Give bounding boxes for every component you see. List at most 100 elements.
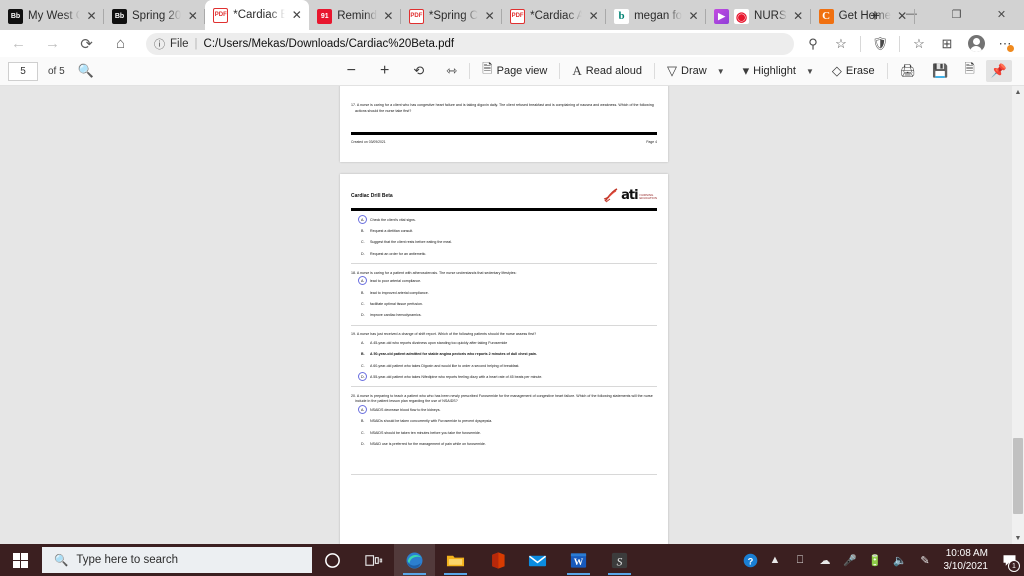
print-icon[interactable]: 🖨: [895, 60, 922, 82]
browser-tab[interactable]: Bb My West C ✕: [0, 2, 104, 30]
zoom-out-button[interactable]: −: [342, 60, 361, 82]
option-letter: C.: [361, 301, 365, 306]
close-icon[interactable]: ✕: [483, 10, 496, 23]
file-explorer-icon[interactable]: [435, 544, 476, 576]
browser-tab[interactable]: C Get Home ✕: [811, 2, 915, 30]
maximize-button[interactable]: ❐: [934, 0, 979, 28]
close-icon[interactable]: ✕: [290, 9, 303, 22]
browser-tab[interactable]: Bb Spring 20 ✕: [104, 2, 206, 30]
forward-icon[interactable]: →: [37, 32, 68, 56]
browser-tab[interactable]: 91 Remind ✕: [309, 2, 401, 30]
question-divider: [351, 324, 657, 326]
onedrive-icon[interactable]: ☁: [813, 544, 838, 576]
clock-date: 3/10/2021: [943, 561, 989, 572]
tracking-prevention-icon[interactable]: 🛡: [867, 33, 893, 55]
pdf-page-current: Cardiac Drill Beta ati NURSING EDUCATION…: [340, 174, 668, 544]
back-icon[interactable]: ←: [3, 32, 34, 56]
notification-center-button[interactable]: 1: [996, 544, 1022, 576]
pdf-viewport[interactable]: 17. A nurse is caring for a client who h…: [0, 86, 1024, 544]
option-text: NSAID use is preferred for the managemen…: [370, 442, 486, 447]
search-icon[interactable]: 🔍: [73, 60, 99, 82]
scroll-up-arrow[interactable]: ▲: [1012, 86, 1024, 98]
highlight-button[interactable]: ▾ Highlight: [738, 60, 801, 82]
collections-icon[interactable]: ⊞: [934, 33, 960, 55]
cortana-icon[interactable]: [312, 544, 353, 576]
favorites-icon[interactable]: ☆: [906, 33, 932, 55]
option-list: A. A 45-year-old who reports dizziness up…: [351, 341, 657, 381]
close-icon[interactable]: ✕: [687, 10, 700, 23]
highlight-icon: ▾: [742, 63, 750, 78]
taskbar-search-input[interactable]: 🔍 Type here to search: [42, 547, 312, 573]
edge-icon[interactable]: [394, 544, 435, 576]
save-as-icon[interactable]: 🗎: [959, 60, 979, 82]
option-letter: D.: [361, 313, 365, 318]
vertical-scrollbar[interactable]: ▲ ▼: [1012, 86, 1024, 544]
close-icon[interactable]: ✕: [382, 10, 395, 23]
battery-icon[interactable]: 🔋: [863, 544, 888, 576]
scroll-down-arrow[interactable]: ▼: [1012, 532, 1024, 544]
page-number-input[interactable]: 5: [8, 61, 38, 81]
svg-text:W: W: [574, 557, 584, 567]
close-icon[interactable]: ✕: [186, 10, 199, 23]
task-view-icon[interactable]: [353, 544, 394, 576]
page-view-button[interactable]: 🗎 Page view: [477, 60, 552, 82]
answer-option: C. A 60-year-old patient who takes Digoxi…: [361, 364, 657, 369]
zoom-in-button[interactable]: +: [375, 60, 394, 82]
answer-option: D. improve cardiac hemodynamics.: [361, 313, 657, 318]
settings-more-icon[interactable]: ⋯: [992, 33, 1018, 55]
close-icon[interactable]: ✕: [587, 10, 600, 23]
read-aloud-button[interactable]: A Read aloud: [567, 60, 647, 82]
close-icon[interactable]: ✕: [792, 10, 805, 23]
rotate-icon[interactable]: ⟲: [408, 60, 429, 82]
add-favorite-icon[interactable]: ☆: [828, 33, 854, 55]
info-icon[interactable]: ⓘ: [154, 36, 165, 52]
zoom-out-icon[interactable]: ⚲: [800, 33, 826, 55]
scrollbar-thumb[interactable]: [1013, 438, 1023, 514]
display-icon[interactable]: ⎕: [788, 544, 813, 576]
record-icon: ◉: [734, 8, 750, 24]
document-header: Cardiac Drill Beta ati NURSING EDUCATION: [351, 174, 657, 203]
taskbar-clock[interactable]: 10:08 AM 3/10/2021: [938, 547, 997, 574]
option-list: A. lead to poor arterial compliance. B. lea…: [351, 276, 657, 319]
notification-badge: 1: [1008, 560, 1020, 572]
ati-swoosh-icon: [603, 188, 619, 203]
browser-tab[interactable]: b megan fo ✕: [606, 2, 707, 30]
browser-tab[interactable]: PDF *Cardiac B ✕: [205, 0, 310, 30]
url-input[interactable]: ⓘ File | C:/Users/Mekas/Downloads/Cardia…: [146, 32, 794, 55]
erase-button[interactable]: ◇ Erase: [827, 60, 880, 82]
option-text: Request an order for an antiemetic.: [370, 251, 427, 256]
word-icon[interactable]: W: [558, 544, 599, 576]
read-aloud-icon: A: [572, 63, 582, 78]
close-icon[interactable]: ✕: [896, 10, 909, 23]
refresh-icon[interactable]: ⟳: [71, 32, 102, 56]
pen-icon[interactable]: ✎: [913, 544, 938, 576]
pin-icon[interactable]: 📌: [985, 60, 1012, 82]
scrivener-icon[interactable]: S: [599, 544, 640, 576]
close-icon[interactable]: ✕: [85, 10, 98, 23]
draw-chevron-down-icon[interactable]: ▼: [712, 60, 730, 82]
question-divider: [351, 386, 657, 387]
browser-tab[interactable]: PDF *Cardiac A ✕: [502, 2, 607, 30]
save-icon[interactable]: 💾: [927, 60, 953, 82]
highlight-chevron-down-icon[interactable]: ▼: [801, 60, 819, 82]
start-button[interactable]: [0, 544, 40, 576]
office-icon[interactable]: [476, 544, 517, 576]
help-icon[interactable]: ?: [738, 544, 763, 576]
mail-icon[interactable]: [517, 544, 558, 576]
option-text: Check the client's vital signs.: [370, 217, 416, 222]
question-body: A nurse is preparing to teach a patient …: [355, 393, 653, 404]
microphone-icon[interactable]: 🎤: [838, 544, 863, 576]
divider: [860, 35, 861, 52]
draw-button[interactable]: ▽ Draw: [662, 60, 712, 82]
close-button[interactable]: ✕: [979, 0, 1024, 28]
browser-tab[interactable]: ▶ ◉ NURS ✕: [706, 2, 811, 30]
fit-to-width-icon[interactable]: ⇿: [441, 60, 462, 82]
ati-wordmark: ati: [621, 188, 638, 203]
show-hidden-icons-chevron[interactable]: ▲: [763, 544, 788, 576]
volume-icon[interactable]: 🔈: [888, 544, 913, 576]
profile-avatar[interactable]: [962, 33, 990, 55]
browser-tab[interactable]: PDF *Spring C ✕: [401, 2, 503, 30]
home-icon[interactable]: ⌂: [105, 32, 136, 56]
question-number: 20.: [351, 393, 357, 398]
divider: [899, 35, 900, 52]
